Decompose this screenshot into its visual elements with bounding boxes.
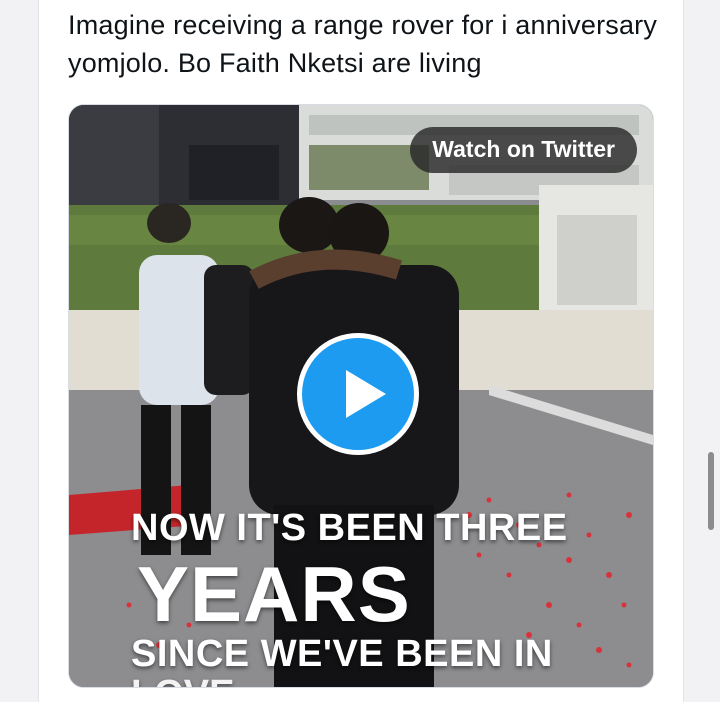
- play-button[interactable]: [297, 333, 419, 455]
- video-caption-line: SINCE WE'VE BEEN IN: [131, 633, 553, 675]
- scrollbar[interactable]: [708, 452, 714, 530]
- tweet-text: Imagine receiving a range rover for i an…: [68, 10, 658, 78]
- video-caption-line: NOW IT'S BEEN THREE: [131, 507, 568, 549]
- play-icon: [346, 370, 386, 418]
- video-caption-line: LOVE: [131, 673, 653, 687]
- video-embed[interactable]: Watch on Twitter NOW IT'S BEEN THREE YEA…: [68, 104, 654, 688]
- video-caption-line: YEARS: [137, 550, 411, 638]
- watch-on-twitter-button[interactable]: Watch on Twitter: [410, 127, 637, 173]
